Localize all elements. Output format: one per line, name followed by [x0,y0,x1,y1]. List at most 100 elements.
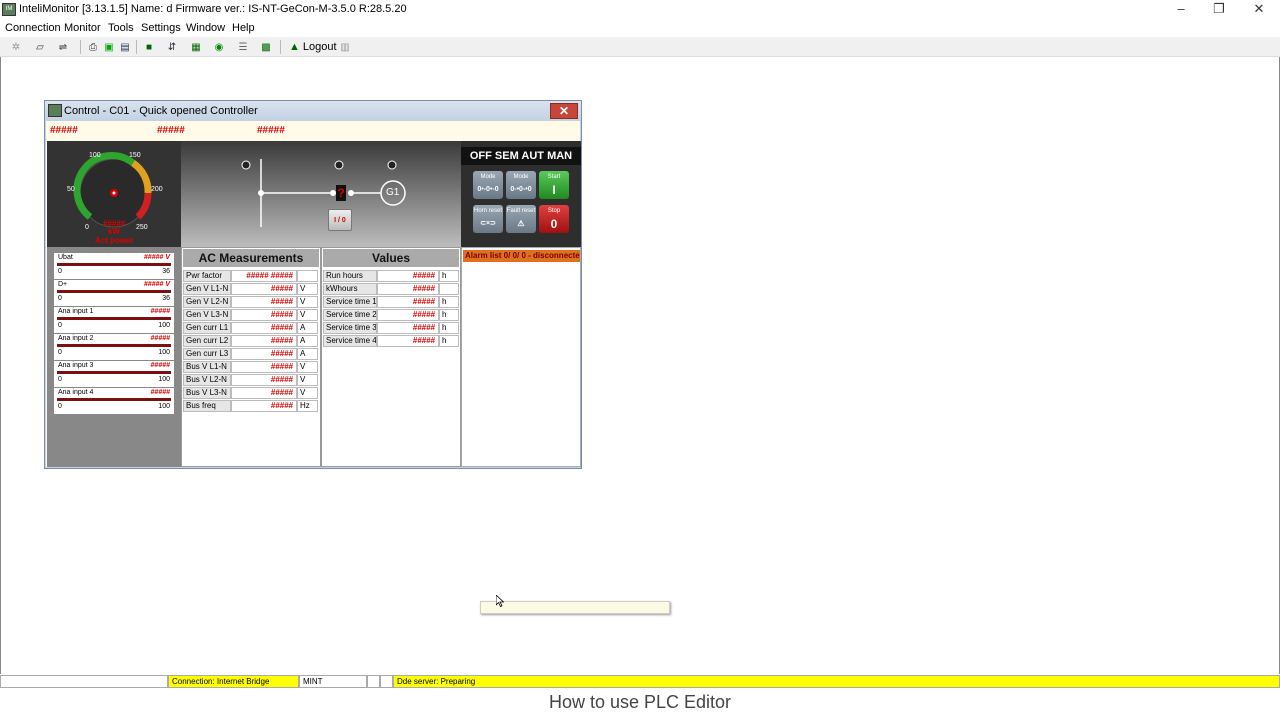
mode-left-icon: 0•-0•-0 [477,186,499,193]
open-icon[interactable]: ▱ [33,40,47,54]
mode-left-button[interactable]: Mode 0•-0•-0 [473,171,503,199]
mode-left-label: Mode [480,174,496,180]
fault-reset-button[interactable]: Fault reset ⚠ [506,205,536,233]
logout-button[interactable]: ▲ Logout [289,39,337,55]
row-value: ##### [377,283,439,295]
start-button[interactable]: Start I [539,171,569,199]
menu-help[interactable]: Help [232,22,255,34]
fault-reset-label: Fault reset [506,208,536,214]
print-icon[interactable]: ⎙ [86,40,100,54]
fault-icon: ⚠ [517,219,525,228]
row-value: ##### [231,348,297,360]
restore-button[interactable]: ❐ [1200,0,1238,20]
status-spacer [367,675,380,688]
bar-name: Ubat [58,254,73,261]
new-icon[interactable]: ✲ [9,40,23,54]
row-unit: h [439,335,459,347]
bar-max: 100 [158,349,170,356]
row-value: ##### [231,309,297,321]
bar-name: Ana input 4 [58,389,94,396]
row-name: Gen V L1-N [183,283,231,295]
bar-name: Ana input 1 [58,308,94,315]
row-name: Run hours [323,270,377,282]
bar-max: 100 [158,376,170,383]
stop-icon: 0 [550,217,558,231]
breaker-unknown-icon: ? [336,185,346,201]
control-icon[interactable]: ■ [142,40,156,54]
stop-button[interactable]: Stop 0 [539,205,569,233]
row-value: ##### [377,270,439,282]
row-unit: h [439,270,459,282]
gauge-unit: kW [108,227,120,236]
mode-right-label: Mode [513,174,529,180]
bar-ana-input-4: Ana input 4 ##### 0 100 [54,388,174,414]
bar-ubat: Ubat ##### V 0 36 [54,253,174,279]
setpoints-icon[interactable]: ▣ [102,40,116,54]
row-value: ##### ##### [231,270,297,282]
tooltip [480,601,670,614]
app-icon: IM [2,3,16,16]
row-value: ##### [377,309,439,321]
mode-right-button[interactable]: Mode 0-•0-•0 [506,171,536,199]
row-unit: V [297,309,318,321]
menu-connection[interactable]: Connection [5,22,61,34]
control-window-titlebar[interactable]: Control - C01 - Quick opened Controller … [45,101,581,121]
list-icon[interactable]: ☰ [236,40,250,54]
menu-window[interactable]: Window [186,22,225,34]
bar-name: Ana input 3 [58,362,94,369]
menu-bar: Connection Monitor Tools Settings Window… [0,20,1280,37]
alarm-list-panel[interactable]: Alarm list 0/ 0/ 0 - disconnected [461,247,581,467]
bar-dplus: D+ ##### V 0 36 [54,280,174,306]
bar-value: ##### [150,362,170,369]
refresh-icon[interactable]: ◉ [212,40,226,54]
toolbar-separator [136,40,137,54]
breaker-toggle-button[interactable]: I / 0 [328,209,352,231]
row-value: ##### [231,374,297,386]
grid-icon[interactable]: ▩ [259,40,273,54]
close-button[interactable]: ✕ [1240,0,1278,20]
controller-icon [48,104,62,117]
mode-selector[interactable]: OFF SEM AUT MAN [461,147,581,165]
history-icon[interactable]: ▦ [189,40,203,54]
toolbar-separator [80,40,81,54]
values-icon[interactable]: ⇵ [165,40,179,54]
menu-tools[interactable]: Tools [108,22,134,34]
control-window-close-button[interactable]: ✕ [550,103,578,119]
bar-ana-input-3: Ana input 3 ##### 0 100 [54,361,174,387]
bar-value: ##### V [143,281,170,288]
row-name: Bus V L1-N [183,361,231,373]
bar-min: 0 [58,295,62,302]
minimize-button[interactable]: – [1162,0,1200,20]
video-caption: How to use PLC Editor [548,692,732,712]
top-value-3: ##### [257,125,285,136]
diagram-lines [241,159,406,227]
row-unit [297,270,318,282]
bar-track [57,290,171,293]
row-unit: h [439,296,459,308]
row-unit: V [297,387,318,399]
menu-monitor[interactable]: Monitor [64,22,101,34]
window-title: InteliMonitor [3.13.1.5] Name: d Firmwar… [19,3,407,15]
lock-icon[interactable]: ▥ [338,40,352,54]
row-unit: V [297,296,318,308]
row-value: ##### [231,296,297,308]
save-icon[interactable]: ▤ [118,40,132,54]
status-spacer [380,675,393,688]
bar-value: ##### [150,335,170,342]
horn-reset-button[interactable]: Horn reset ⊂×⊃ [473,205,503,233]
row-name: Bus V L2-N [183,374,231,386]
row-unit: V [297,283,318,295]
mode-panel: OFF SEM AUT MAN Mode 0•-0•-0 Mode 0-•0-•0 … [461,141,581,247]
gauge-label: Act power [95,236,134,245]
control-window-body: ##### ##### ##### 0 50 100 150 200 250 #… [46,121,581,467]
control-window: Control - C01 - Quick opened Controller … [44,100,582,469]
row-unit: V [297,361,318,373]
stop-label: Stop [547,208,561,214]
row-value: ##### [231,335,297,347]
bar-min: 0 [58,322,62,329]
connect-icon[interactable]: ⇌ [56,40,70,54]
menu-settings[interactable]: Settings [141,22,181,34]
row-name: Gen V L3-N [183,309,231,321]
bar-track [57,344,171,347]
row-name: Gen curr L1 [183,322,231,334]
